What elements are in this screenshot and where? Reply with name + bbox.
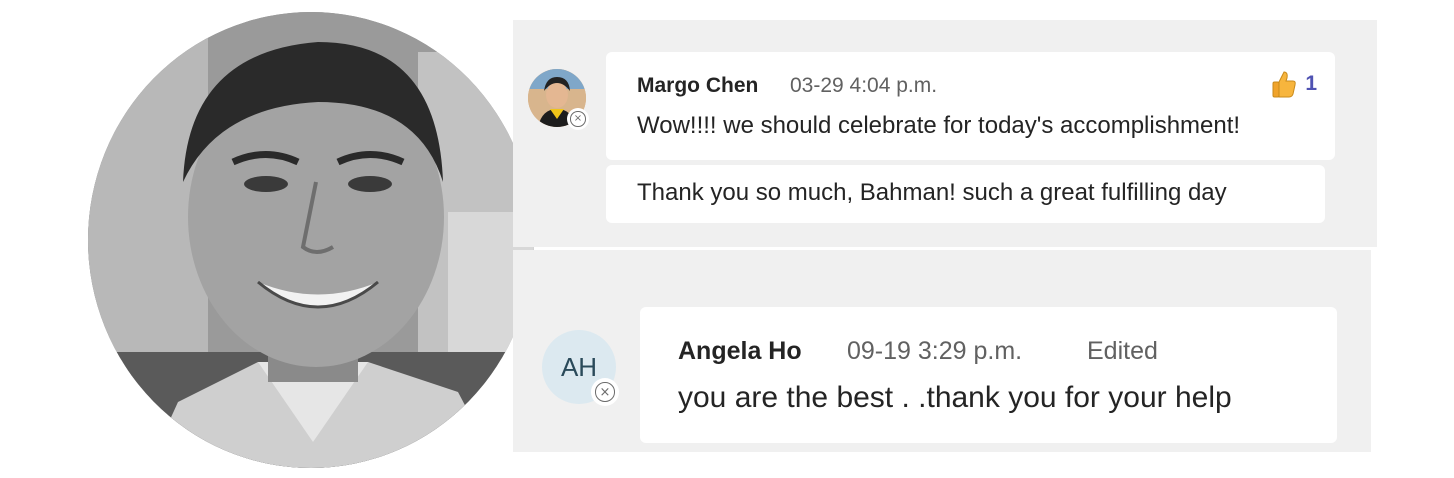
- message-bubble[interactable]: Angela Ho 09-19 3:29 p.m. Edited you are…: [640, 307, 1337, 443]
- message-bubble[interactable]: Thank you so much, Bahman! such a great …: [606, 165, 1325, 223]
- message-timestamp: 09-19 3:29 p.m.: [847, 337, 1023, 365]
- reaction-count: 1: [1305, 72, 1317, 95]
- presence-offline-icon: ×: [591, 378, 619, 406]
- message-text: Thank you so much, Bahman! such a great …: [637, 179, 1227, 206]
- chat-panel-margo: × Margo Chen 03-29 4:04 p.m. 1 Wow!!!! w…: [513, 20, 1377, 247]
- message-author: Margo Chen: [637, 74, 759, 97]
- presence-offline-icon: ×: [567, 108, 589, 130]
- edited-label: Edited: [1087, 337, 1158, 365]
- message-text: you are the best . .thank you for your h…: [678, 381, 1232, 414]
- message-timestamp: 03-29 4:04 p.m.: [790, 74, 938, 97]
- reaction-badge[interactable]: 1: [1271, 70, 1317, 98]
- message-author: Angela Ho: [678, 337, 802, 365]
- chat-panel-angela: AH × Angela Ho 09-19 3:29 p.m. Edited yo…: [513, 250, 1371, 452]
- thumbs-up-icon: [1272, 71, 1297, 98]
- portrait-photo: [88, 12, 534, 468]
- avatar-initials: AH: [560, 351, 598, 382]
- message-text: Wow!!!! we should celebrate for today's …: [637, 112, 1241, 139]
- message-bubble[interactable]: Margo Chen 03-29 4:04 p.m. 1 Wow!!!! we …: [606, 52, 1335, 160]
